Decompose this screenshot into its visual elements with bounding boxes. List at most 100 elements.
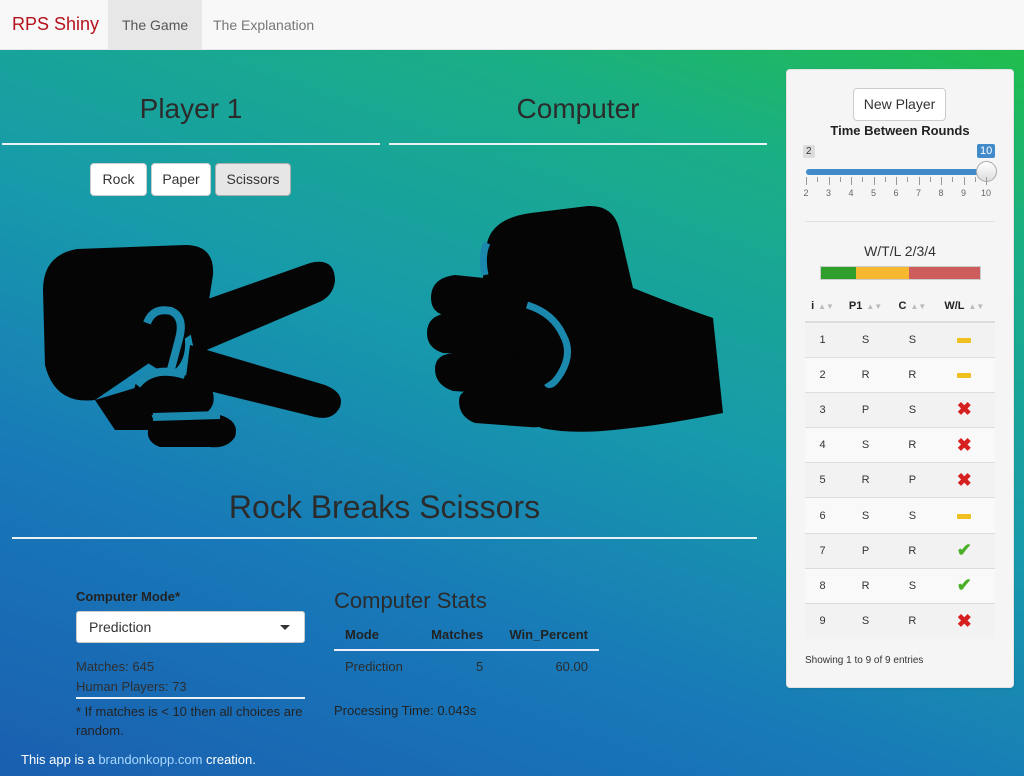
computer-heading: Computer: [516, 93, 640, 124]
table-cell: S: [840, 602, 892, 639]
slider-tick: [828, 177, 830, 185]
table-cell: S: [840, 427, 892, 463]
col-header-c[interactable]: C ▲▼: [891, 291, 934, 323]
slider-label: Time Between Rounds: [830, 123, 970, 138]
tie-icon: [957, 513, 972, 519]
table-cell: R: [840, 356, 892, 393]
sidebar-rule: [805, 221, 995, 222]
rock-button[interactable]: Rock: [90, 163, 147, 196]
col-header-wl[interactable]: W/L ▲▼: [933, 291, 995, 323]
slider-tick: [963, 177, 965, 185]
table-row: 5 R P ✖: [805, 462, 995, 498]
computer-mode-label: Computer Mode*: [76, 589, 180, 604]
footer-prefix: This app is a: [21, 752, 99, 767]
player-heading-rule: [2, 143, 380, 145]
computer-heading-rule: [389, 143, 767, 145]
table-cell: P: [840, 391, 892, 428]
table-cell: R: [891, 356, 934, 393]
table-cell: 5: [805, 462, 841, 498]
slider-tick: [839, 177, 841, 182]
table-row: 2RR: [805, 356, 995, 393]
slider-tick: [873, 177, 875, 185]
table-cell: R: [891, 532, 934, 569]
stats-col-win-percent: Win_Percent: [494, 620, 599, 651]
result-cell: ✖: [933, 427, 995, 463]
rounds-table: i ▲▼ P1 ▲▼ C ▲▼ W/L ▲▼ 1 S S 2 R R 3 P S ✖ 4 S R ✖ 5 R P ✖ 6 S S…: [805, 291, 995, 639]
table-row: 8 R S ✔: [805, 567, 995, 604]
table-cell: 4: [805, 427, 841, 463]
computer-mode-select[interactable]: Prediction: [76, 611, 305, 643]
table-cell: S: [891, 321, 934, 358]
sort-icon: ▲▼: [866, 302, 883, 311]
result-cell: ✖: [933, 391, 995, 428]
slider-tick: [986, 177, 987, 185]
col-i-label: i: [811, 300, 815, 312]
mode-note-rule: [76, 697, 305, 699]
result-cell: ✔: [933, 567, 995, 604]
table-row: Prediction 5 60.00: [334, 650, 599, 681]
footer: This app is a brandonkopp.com creation.: [21, 752, 256, 767]
slider-tick-label: 2: [803, 188, 809, 198]
slider-tick-label: 3: [825, 188, 831, 198]
table-cell: 6: [805, 497, 841, 534]
table-cell: R: [840, 567, 892, 604]
matches-count: Matches: 645: [76, 659, 155, 674]
loss-x-icon: ✖: [956, 610, 972, 631]
table-cell: 7: [805, 532, 841, 569]
footer-link[interactable]: brandonkopp.com: [98, 752, 202, 767]
computer-stats-table: Mode Matches Win_Percent Prediction 5 60…: [334, 620, 599, 681]
wtl-loss-segment: [909, 267, 980, 279]
wtl-tie-segment: [856, 267, 910, 279]
table-cell: S: [891, 497, 934, 534]
table-row: 4 S R ✖: [805, 427, 995, 463]
result-rule: [12, 537, 757, 539]
table-cell: R: [840, 462, 892, 498]
table-row: 7 P R ✔: [805, 532, 995, 569]
slider-tick: [884, 177, 886, 182]
result-cell: ✔: [933, 532, 995, 569]
tab-the-explanation[interactable]: The Explanation: [199, 0, 328, 50]
col-header-i[interactable]: i ▲▼: [805, 291, 841, 323]
slider-tick: [918, 177, 920, 185]
table-row: 1SS: [805, 321, 995, 358]
scissors-button[interactable]: Scissors: [215, 163, 291, 196]
wtl-win-segment: [821, 267, 857, 279]
navbar: RPS Shiny The Game The Explanation: [0, 0, 1024, 50]
computer-mode-value: Prediction: [89, 619, 152, 635]
slider-tick: [952, 177, 954, 182]
slider-tick: [941, 177, 942, 185]
round-result: Rock Breaks Scissors: [228, 489, 541, 525]
col-wl-label: W/L: [944, 300, 965, 312]
footer-suffix: creation.: [202, 752, 256, 767]
col-p1-label: P1: [848, 300, 863, 312]
paper-button[interactable]: Paper: [151, 163, 211, 196]
table-cell: R: [891, 602, 934, 639]
loss-x-icon: ✖: [956, 434, 972, 455]
col-header-p1[interactable]: P1 ▲▼: [840, 291, 892, 323]
wtl-bar: [820, 266, 981, 280]
table-cell: S: [840, 497, 892, 534]
stats-col-mode: Mode: [334, 620, 418, 651]
table-cell: 8: [805, 567, 841, 604]
tab-the-game[interactable]: The Game: [108, 0, 203, 50]
result-cell: [933, 497, 995, 534]
slider-tick: [974, 177, 976, 182]
col-c-label: C: [898, 300, 907, 312]
brand-title[interactable]: RPS Shiny: [12, 14, 99, 35]
slider-tick: [929, 177, 931, 182]
slider-tick-label: 10: [980, 188, 991, 198]
loss-x-icon: ✖: [956, 399, 972, 420]
tie-icon: [957, 372, 972, 378]
rock-fist-icon: [427, 205, 723, 432]
stats-cell: 5: [475, 658, 484, 674]
new-player-button[interactable]: New Player: [853, 88, 946, 121]
slider-tick: [806, 177, 807, 185]
table-cell: 1: [805, 321, 841, 358]
table-row: 9 S R ✖: [805, 602, 995, 639]
slider-tick-label: 6: [893, 188, 899, 198]
processing-time: Processing Time: 0.043s: [334, 703, 477, 718]
slider-min-badge: 2: [803, 145, 815, 158]
table-cell: S: [891, 567, 934, 604]
win-check-icon: ✔: [956, 540, 972, 561]
table-info: Showing 1 to 9 of 9 entries: [805, 655, 924, 666]
